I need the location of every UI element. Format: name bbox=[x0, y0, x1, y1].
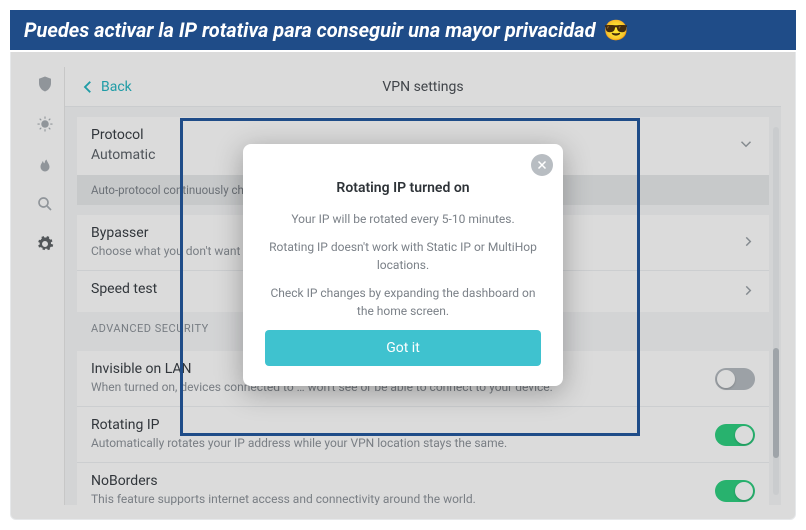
got-it-button[interactable]: Got it bbox=[265, 330, 541, 366]
chevron-down-icon bbox=[737, 135, 755, 157]
scrollbar-thumb[interactable] bbox=[773, 348, 779, 458]
search-icon[interactable] bbox=[36, 195, 54, 213]
rotating-toggle[interactable] bbox=[715, 424, 755, 446]
noborders-label: NoBorders bbox=[91, 473, 755, 489]
back-button[interactable]: Back bbox=[79, 78, 132, 96]
header: Back VPN settings bbox=[65, 67, 781, 107]
chevron-right-icon bbox=[741, 233, 755, 252]
rotating-sub: Automatically rotates your IP address wh… bbox=[91, 436, 755, 450]
invisible-toggle[interactable] bbox=[715, 368, 755, 390]
noborders-sub: This feature supports internet access an… bbox=[91, 492, 755, 505]
protocol-label: Protocol bbox=[91, 127, 755, 143]
noborders-row: NoBorders This feature supports internet… bbox=[77, 462, 769, 505]
alert-icon[interactable] bbox=[36, 155, 54, 173]
rotating-ip-row: Rotating IP Automatically rotates your I… bbox=[77, 406, 769, 462]
rotating-ip-modal: Rotating IP turned on Your IP will be ro… bbox=[243, 144, 563, 386]
gear-icon[interactable] bbox=[36, 235, 54, 253]
modal-p3: Check IP changes by expanding the dashbo… bbox=[265, 284, 541, 320]
modal-title: Rotating IP turned on bbox=[265, 180, 541, 196]
banner-text: Puedes activar la IP rotativa para conse… bbox=[24, 18, 595, 42]
button-label: Got it bbox=[386, 340, 420, 356]
banner-emoji: 😎 bbox=[603, 18, 628, 42]
scrollbar[interactable] bbox=[773, 127, 779, 495]
shield-icon[interactable] bbox=[36, 75, 54, 93]
close-icon[interactable] bbox=[531, 154, 553, 176]
page-title: VPN settings bbox=[382, 79, 463, 95]
annotation-banner: Puedes activar la IP rotativa para conse… bbox=[8, 8, 798, 52]
antivirus-icon[interactable] bbox=[36, 115, 54, 133]
modal-p1: Your IP will be rotated every 5-10 minut… bbox=[265, 210, 541, 228]
noborders-toggle[interactable] bbox=[715, 480, 755, 502]
chevron-right-icon bbox=[741, 282, 755, 301]
back-label: Back bbox=[101, 79, 132, 95]
rotating-label: Rotating IP bbox=[91, 417, 755, 433]
modal-p2: Rotating IP doesn't work with Static IP … bbox=[265, 238, 541, 274]
sidebar bbox=[25, 67, 65, 505]
